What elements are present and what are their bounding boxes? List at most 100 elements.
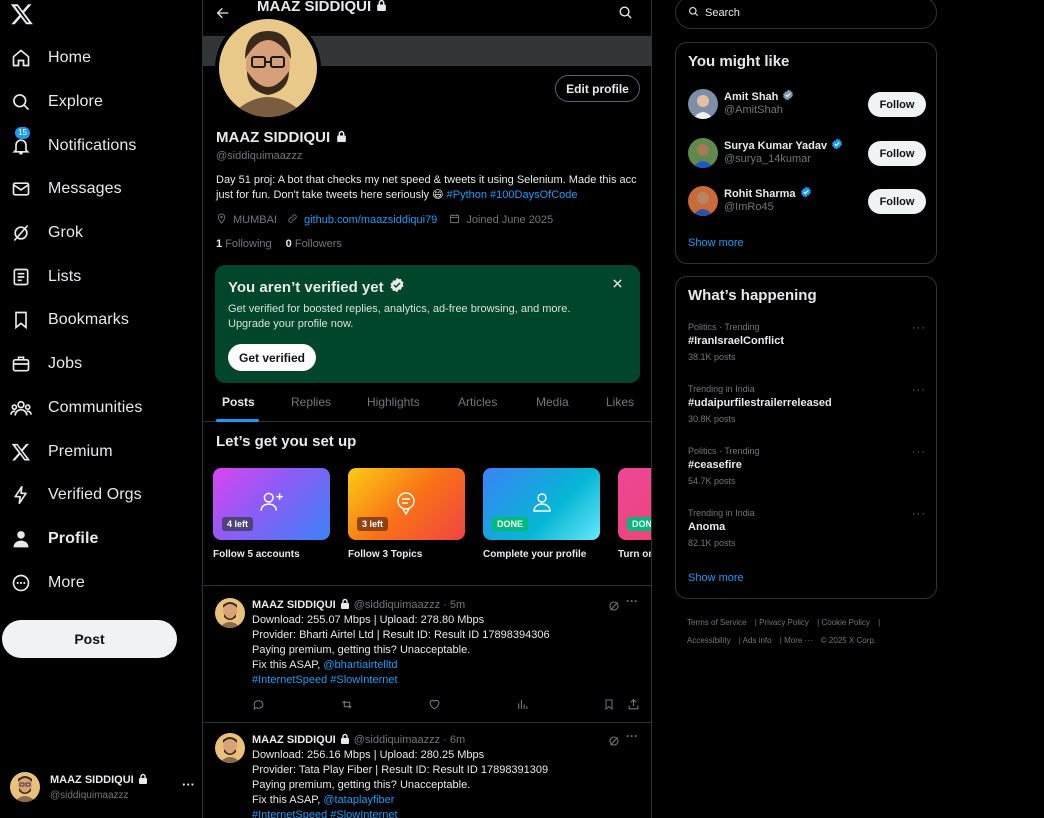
repost-icon[interactable] xyxy=(340,698,354,712)
tab-posts[interactable]: Posts xyxy=(222,395,255,409)
views-icon[interactable] xyxy=(516,698,530,712)
tab-likes[interactable]: Likes xyxy=(606,395,634,409)
footer-link[interactable]: Accessibility xyxy=(687,636,731,645)
tweet-more-icon[interactable]: ··· xyxy=(626,729,638,743)
trend-name: #IranIsraelConflict xyxy=(688,335,784,347)
avatar[interactable] xyxy=(688,89,718,119)
search-input[interactable] xyxy=(705,6,905,19)
lock-icon xyxy=(340,598,350,612)
x-logo-icon[interactable] xyxy=(10,2,34,26)
trend-more-icon[interactable]: ··· xyxy=(912,508,926,520)
x-icon xyxy=(10,441,32,463)
profile-avatar[interactable] xyxy=(215,15,321,121)
topic-bubble-icon xyxy=(394,490,418,521)
edit-profile-button[interactable]: Edit profile xyxy=(555,75,640,102)
nav-profile[interactable]: Profile xyxy=(10,519,99,559)
account-more-icon[interactable]: ··· xyxy=(182,777,195,792)
trend-more-icon[interactable]: ··· xyxy=(912,322,926,334)
share-icon[interactable] xyxy=(627,698,641,712)
avatar[interactable] xyxy=(215,598,245,628)
nav-explore[interactable]: Explore xyxy=(10,82,103,122)
follow-button[interactable]: Follow xyxy=(868,92,926,117)
follow-button[interactable]: Follow xyxy=(868,141,926,166)
tweet-author-name[interactable]: MAAZ SIDDIQUI xyxy=(252,599,336,611)
followers-link[interactable]: 0 Followers xyxy=(286,238,342,250)
header-name: MAAZ SIDDIQUI xyxy=(257,0,372,15)
footer-link[interactable]: Privacy Policy xyxy=(759,618,809,627)
tweet-hashtags[interactable]: #InternetSpeed #SlowInternet xyxy=(252,808,548,818)
tab-media[interactable]: Media xyxy=(536,395,569,409)
briefcase-icon xyxy=(10,353,32,375)
footer-link[interactable]: Terms of Service xyxy=(687,618,747,627)
suggested-user[interactable]: Rohit Sharma @ImRo45 Follow xyxy=(688,185,926,217)
like-icon[interactable] xyxy=(428,698,442,712)
nav-notifications[interactable]: 15 Notifications xyxy=(10,126,136,166)
setup-card-tag: 3 left xyxy=(357,517,389,531)
tab-highlights[interactable]: Highlights xyxy=(367,395,420,409)
suggested-user[interactable]: Surya Kumar Yadav @surya_14kumar Follow xyxy=(688,137,926,169)
search-icon xyxy=(10,91,32,113)
trend-item[interactable]: Trending in India Anoma 82.1K posts ··· xyxy=(688,508,926,553)
nav-messages[interactable]: Messages xyxy=(10,169,122,209)
nav-communities[interactable]: Communities xyxy=(10,388,142,428)
tab-articles[interactable]: Articles xyxy=(458,395,497,409)
nav-bookmarks[interactable]: Bookmarks xyxy=(10,300,129,340)
nav-verified-orgs[interactable]: Verified Orgs xyxy=(10,475,142,515)
search-box[interactable] xyxy=(675,0,937,29)
bio-hashtags[interactable]: #Python #100DaysOfCode xyxy=(447,189,578,201)
close-icon[interactable] xyxy=(612,276,623,294)
avatar[interactable] xyxy=(215,733,245,763)
nav-profile-label: Profile xyxy=(48,530,99,547)
setup-card-follow-accounts[interactable]: 4 left xyxy=(213,468,330,540)
trend-item[interactable]: Politics · Trending #IranIsraelConflict … xyxy=(688,322,926,367)
show-more-link[interactable]: Show more xyxy=(688,237,744,249)
following-link[interactable]: 1 Following xyxy=(216,238,272,250)
footer-more[interactable]: More ··· xyxy=(784,636,812,645)
grok-icon[interactable] xyxy=(608,734,620,752)
grok-icon[interactable] xyxy=(608,599,620,617)
trend-context: Politics · Trending xyxy=(688,322,760,332)
nav-lists[interactable]: Lists xyxy=(10,257,81,297)
trend-more-icon[interactable]: ··· xyxy=(912,446,926,458)
search-icon[interactable] xyxy=(618,5,633,25)
post-button[interactable]: Post xyxy=(2,620,177,658)
nav-more[interactable]: More xyxy=(10,563,85,603)
tab-replies[interactable]: Replies xyxy=(291,395,331,409)
follow-button[interactable]: Follow xyxy=(868,189,926,214)
reply-icon[interactable] xyxy=(252,698,266,712)
trend-item[interactable]: Politics · Trending #ceasefire 54.7K pos… xyxy=(688,446,926,491)
tweet[interactable]: MAAZ SIDDIQUI @siddiquimaazzz · 5m ··· D… xyxy=(203,594,651,722)
back-arrow-icon[interactable] xyxy=(215,5,231,26)
tweet-hashtags[interactable]: #InternetSpeed #SlowInternet xyxy=(252,673,550,688)
setup-card-complete-profile[interactable]: DONE xyxy=(483,468,600,540)
show-more-link[interactable]: Show more xyxy=(688,572,744,584)
nav-home[interactable]: Home xyxy=(10,38,91,78)
nav-jobs[interactable]: Jobs xyxy=(10,344,82,384)
setup-card-follow-topics[interactable]: 3 left xyxy=(348,468,465,540)
tweet-more-icon[interactable]: ··· xyxy=(626,594,638,608)
trend-context: Trending in India xyxy=(688,384,755,394)
profile-website-link[interactable]: github.com/maazsiddiqui79 xyxy=(304,214,437,226)
trend-more-icon[interactable]: ··· xyxy=(912,384,926,396)
account-switcher[interactable]: MAAZ SIDDIQUI @siddiquimaazzz ··· xyxy=(10,770,195,804)
tweet-mention[interactable]: @tataplayfiber xyxy=(323,794,394,806)
suggested-user[interactable]: Amit Shah @AmitShah Follow xyxy=(688,88,926,120)
setup-card-notifications[interactable]: DONE xyxy=(618,468,651,540)
tweet-mention[interactable]: @bhartiairtelltd xyxy=(323,659,397,671)
nav-premium[interactable]: Premium xyxy=(10,432,113,472)
divider xyxy=(203,585,651,586)
avatar[interactable] xyxy=(688,186,718,216)
left-nav: Home Explore 15 Notifications Messages G… xyxy=(0,0,202,818)
tweet[interactable]: MAAZ SIDDIQUI @siddiquimaazzz · 6m ··· D… xyxy=(203,729,651,818)
bookmark-icon[interactable] xyxy=(603,698,617,712)
footer-link[interactable]: Cookie Policy xyxy=(821,618,869,627)
get-verified-button[interactable]: Get verified xyxy=(228,344,316,371)
nav-home-label: Home xyxy=(48,49,92,66)
bell-icon: 15 xyxy=(10,127,32,157)
trend-item[interactable]: Trending in India #udaipurfilestrailerre… xyxy=(688,384,926,429)
avatar[interactable] xyxy=(688,138,718,168)
link-icon xyxy=(287,213,298,227)
nav-grok[interactable]: Grok xyxy=(10,213,83,253)
footer-link[interactable]: Ads info xyxy=(743,636,772,645)
tweet-author-name[interactable]: MAAZ SIDDIQUI xyxy=(252,734,336,746)
